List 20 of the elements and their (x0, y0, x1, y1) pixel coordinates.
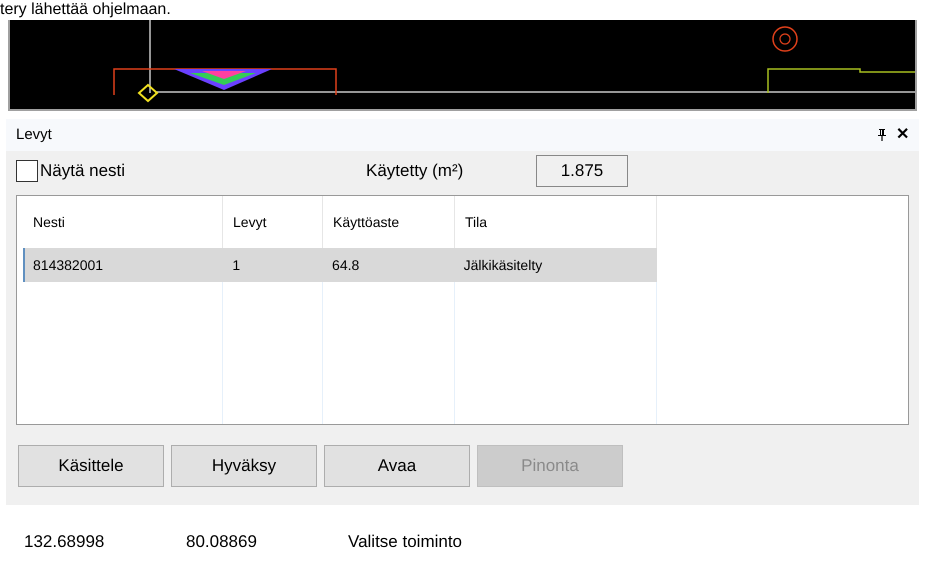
pin-button[interactable] (876, 128, 888, 142)
panel-title: Levyt (16, 124, 52, 145)
used-area-label: Käytetty (m²) (366, 160, 464, 182)
table-row[interactable]: 814382001 1 64.8 Jälkikäsitelty (23, 248, 657, 282)
show-nest-checkbox[interactable]: Näytä nesti (16, 158, 366, 184)
status-text: 132.68998 (24, 531, 106, 554)
action-button[interactable]: Käsittele (18, 445, 164, 487)
table-cell-text: Jälkikäsitelty (462, 256, 544, 275)
status-text: 80.08869 (186, 531, 258, 554)
pin-icon (877, 129, 887, 141)
table-cell-text: 1 (231, 256, 242, 274)
checkbox-icon[interactable] (16, 160, 38, 182)
caption-text: tery lähettää ohjelmaan. (0, 0, 171, 19)
used-area-field[interactable]: 1.875 (536, 155, 628, 187)
action-button[interactable]: Hyväksy (171, 445, 317, 487)
table-cell-text: 814382001 (32, 256, 104, 274)
close-button[interactable]: ✕ (896, 127, 909, 143)
status-text: Valitse toiminto (348, 531, 462, 554)
action-button[interactable]: Avaa (324, 445, 470, 487)
table-cell-text: 64.8 (331, 256, 360, 274)
